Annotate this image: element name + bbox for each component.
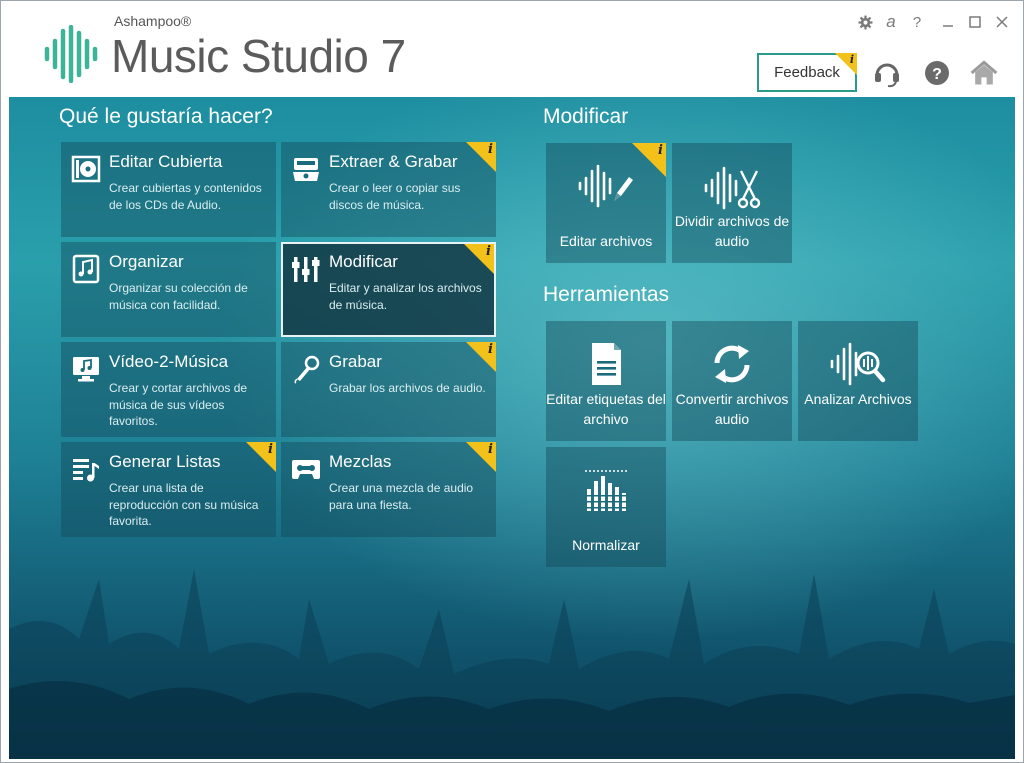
tile-description: Crear una mezcla de audio para una fiest… (329, 481, 474, 512)
tile-label: Convertir archivos audio (675, 391, 789, 427)
music-library-icon (72, 254, 100, 284)
svg-text:?: ? (932, 66, 942, 83)
analizar-archivos-button[interactable]: Analizar Archivos (798, 321, 918, 441)
main-panel: Qué le gustaría hacer? Editar Cubierta C… (9, 97, 1015, 759)
info-marker: i (849, 53, 854, 66)
tile-title: Generar Listas (109, 452, 221, 471)
microphone-icon (294, 355, 320, 384)
language-icon[interactable]: a (880, 12, 902, 32)
mixer-sliders-icon (292, 257, 320, 282)
playlist-icon (73, 459, 99, 482)
cassette-icon (292, 460, 320, 479)
tile-label: Editar archivos (559, 233, 653, 249)
tile-description: Editar y analizar los archivos de música… (329, 281, 482, 312)
info-marker: i (488, 142, 493, 157)
header-bar: Ashampoo® Music Studio 7 a ? Feedback i … (1, 1, 1023, 97)
wave-analyze-icon (830, 342, 886, 386)
brand-company: Ashampoo® (114, 13, 192, 29)
tile-video-2-musica[interactable]: Vídeo-2-Música Crear y cortar archivos d… (61, 342, 276, 437)
help-icon[interactable]: ? (922, 58, 952, 88)
tile-mezclas[interactable]: Mezclas Crear una mezcla de audio para u… (281, 442, 496, 537)
equalizer-bars-icon (585, 470, 628, 511)
tile-extraer-grabar[interactable]: Extraer & Grabar Crear o leer o copiar s… (281, 142, 496, 237)
dividir-archivos-button[interactable]: Dividir archivos de audio (672, 143, 792, 263)
close-icon[interactable] (991, 12, 1013, 32)
feedback-label: Feedback (774, 64, 840, 81)
section-title-herramientas: Herramientas (543, 283, 670, 306)
app-logo-icon (44, 25, 98, 83)
normalizar-button[interactable]: Normalizar (546, 447, 666, 567)
home-icon[interactable] (969, 58, 999, 88)
tile-title: Modificar (329, 252, 398, 271)
editar-archivos-button[interactable]: Editar archivos i (546, 143, 666, 263)
tile-title: Organizar (109, 252, 184, 271)
convertir-archivos-button[interactable]: Convertir archivos audio (672, 321, 792, 441)
cd-cover-icon (71, 155, 101, 183)
tile-editar-cubierta[interactable]: Editar Cubierta Crear cubiertas y conten… (61, 142, 276, 237)
info-marker: i (488, 442, 493, 457)
info-marker: i (658, 143, 663, 158)
tile-label: Analizar Archivos (804, 391, 912, 407)
tile-label: Dividir archivos de audio (674, 213, 790, 249)
gear-icon (857, 14, 873, 30)
disc-burn-icon (293, 158, 319, 181)
tile-title: Mezclas (329, 452, 392, 471)
editar-etiquetas-button[interactable]: Editar etiquetas del archivo (546, 321, 666, 441)
tile-organizar[interactable]: Organizar Organizar su colección de músi… (61, 242, 276, 337)
info-marker: i (486, 244, 491, 259)
tile-description: Crear y cortar archivos de música de sus… (109, 381, 248, 428)
app-title: Music Studio 7 (111, 30, 406, 82)
tile-label: Normalizar (572, 537, 640, 553)
tile-description: Crear cubiertas y contenidos de los CDs … (109, 181, 262, 212)
info-marker: i (268, 442, 273, 457)
tile-grabar[interactable]: Grabar Grabar los archivos de audio. i (281, 342, 496, 437)
feedback-button[interactable]: Feedback i (757, 53, 857, 92)
tile-description: Crear una lista de reproducción con su m… (109, 481, 259, 528)
document-tags-icon (592, 343, 621, 385)
tile-description: Grabar los archivos de audio. (329, 381, 486, 395)
minimize-icon[interactable] (937, 12, 959, 32)
tile-generar-listas[interactable]: Generar Listas Crear una lista de reprod… (61, 442, 276, 537)
tile-modificar[interactable]: Modificar Editar y analizar los archivos… (281, 242, 496, 337)
info-marker: i (488, 342, 493, 357)
wave-cut-icon (704, 166, 761, 210)
settings-icon[interactable] (854, 12, 876, 32)
section-title-what: Qué le gustaría hacer? (59, 105, 273, 128)
tile-title: Extraer & Grabar (329, 152, 458, 171)
convert-arrows-icon (714, 345, 750, 383)
help-small-icon[interactable]: ? (906, 12, 928, 32)
tile-label: Editar etiquetas del archivo (546, 391, 666, 427)
app-window: Ashampoo® Music Studio 7 a ? Feedback i … (0, 0, 1024, 763)
tile-title: Editar Cubierta (109, 152, 223, 171)
wave-edit-icon (578, 164, 633, 208)
video-music-icon (73, 357, 99, 382)
section-title-modificar: Modificar (543, 105, 629, 128)
tile-description: Crear o leer o copiar sus discos de músi… (329, 181, 461, 212)
tile-description: Organizar su colección de música con fac… (109, 281, 248, 312)
tile-title: Grabar (329, 352, 382, 371)
support-headset-icon[interactable] (872, 58, 902, 88)
tile-title: Vídeo-2-Música (109, 352, 229, 371)
maximize-icon[interactable] (964, 12, 986, 32)
